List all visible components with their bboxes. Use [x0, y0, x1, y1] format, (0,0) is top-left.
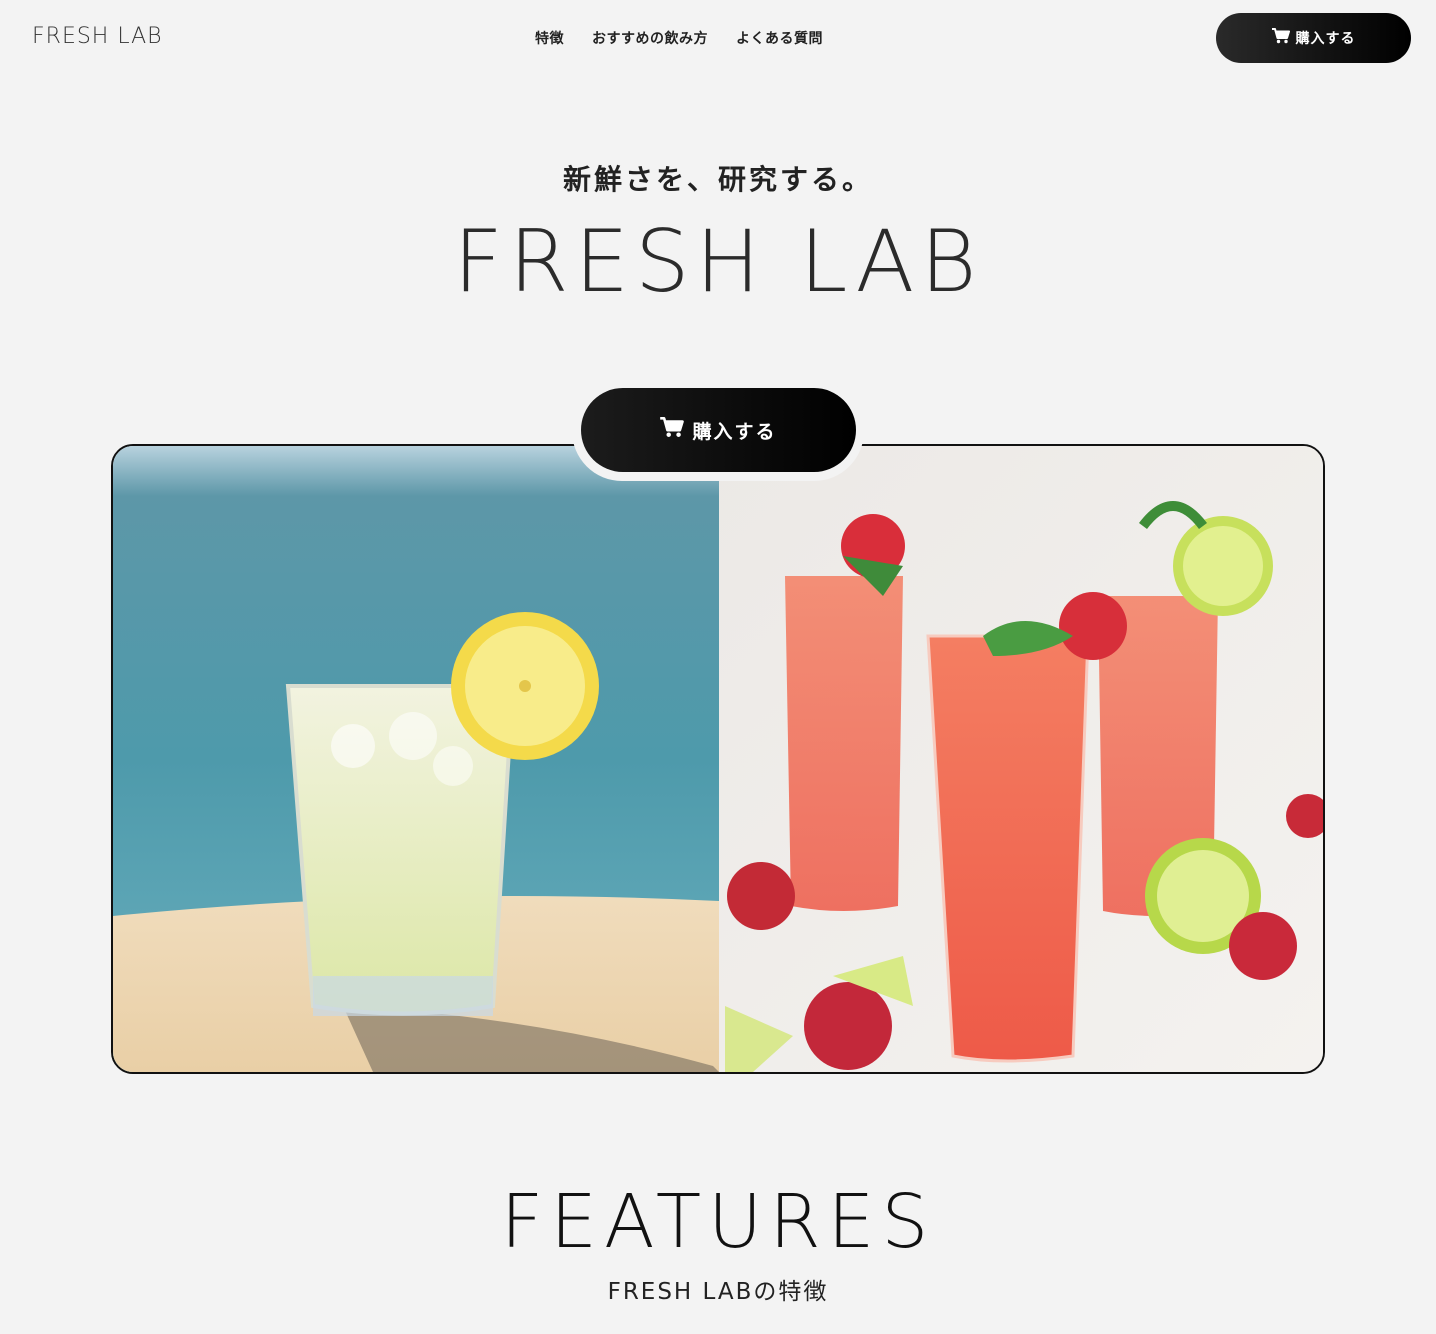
main-nav: 特徴 おすすめの飲み方 よくある質問	[535, 28, 823, 48]
site-header: FRESH LAB 特徴 おすすめの飲み方 よくある質問 購入する	[0, 0, 1436, 76]
hero-images	[113, 446, 1323, 1072]
hero-tagline: 新鮮さを、研究する。	[562, 163, 873, 196]
header-buy-button[interactable]: 購入する	[1216, 13, 1411, 63]
hero-buy-button[interactable]: 購入する	[581, 388, 856, 472]
nav-link-faq[interactable]: よくある質問	[736, 28, 823, 48]
strawberry-drinks-photo	[719, 446, 1323, 1072]
nav-link-recommended[interactable]: おすすめの飲み方	[592, 28, 708, 48]
nav-link-features[interactable]: 特徴	[535, 28, 564, 48]
site-logo[interactable]: FRESH LAB	[32, 24, 163, 49]
features-subheading: FRESH LABの特徴	[607, 1279, 829, 1305]
features-heading: FEATURES	[500, 1179, 936, 1265]
lemonade-photo	[113, 446, 719, 1072]
shopping-cart-icon	[660, 417, 685, 443]
page: FRESH LAB 特徴 おすすめの飲み方 よくある質問 購入する 新鮮さを、研…	[0, 0, 1436, 1334]
header-buy-label: 購入する	[1295, 31, 1356, 47]
hero-title: FRESH LAB	[453, 212, 983, 312]
shopping-cart-icon	[1271, 28, 1290, 48]
hero-buy-label: 購入する	[692, 420, 777, 443]
hero-image-frame	[111, 444, 1325, 1074]
